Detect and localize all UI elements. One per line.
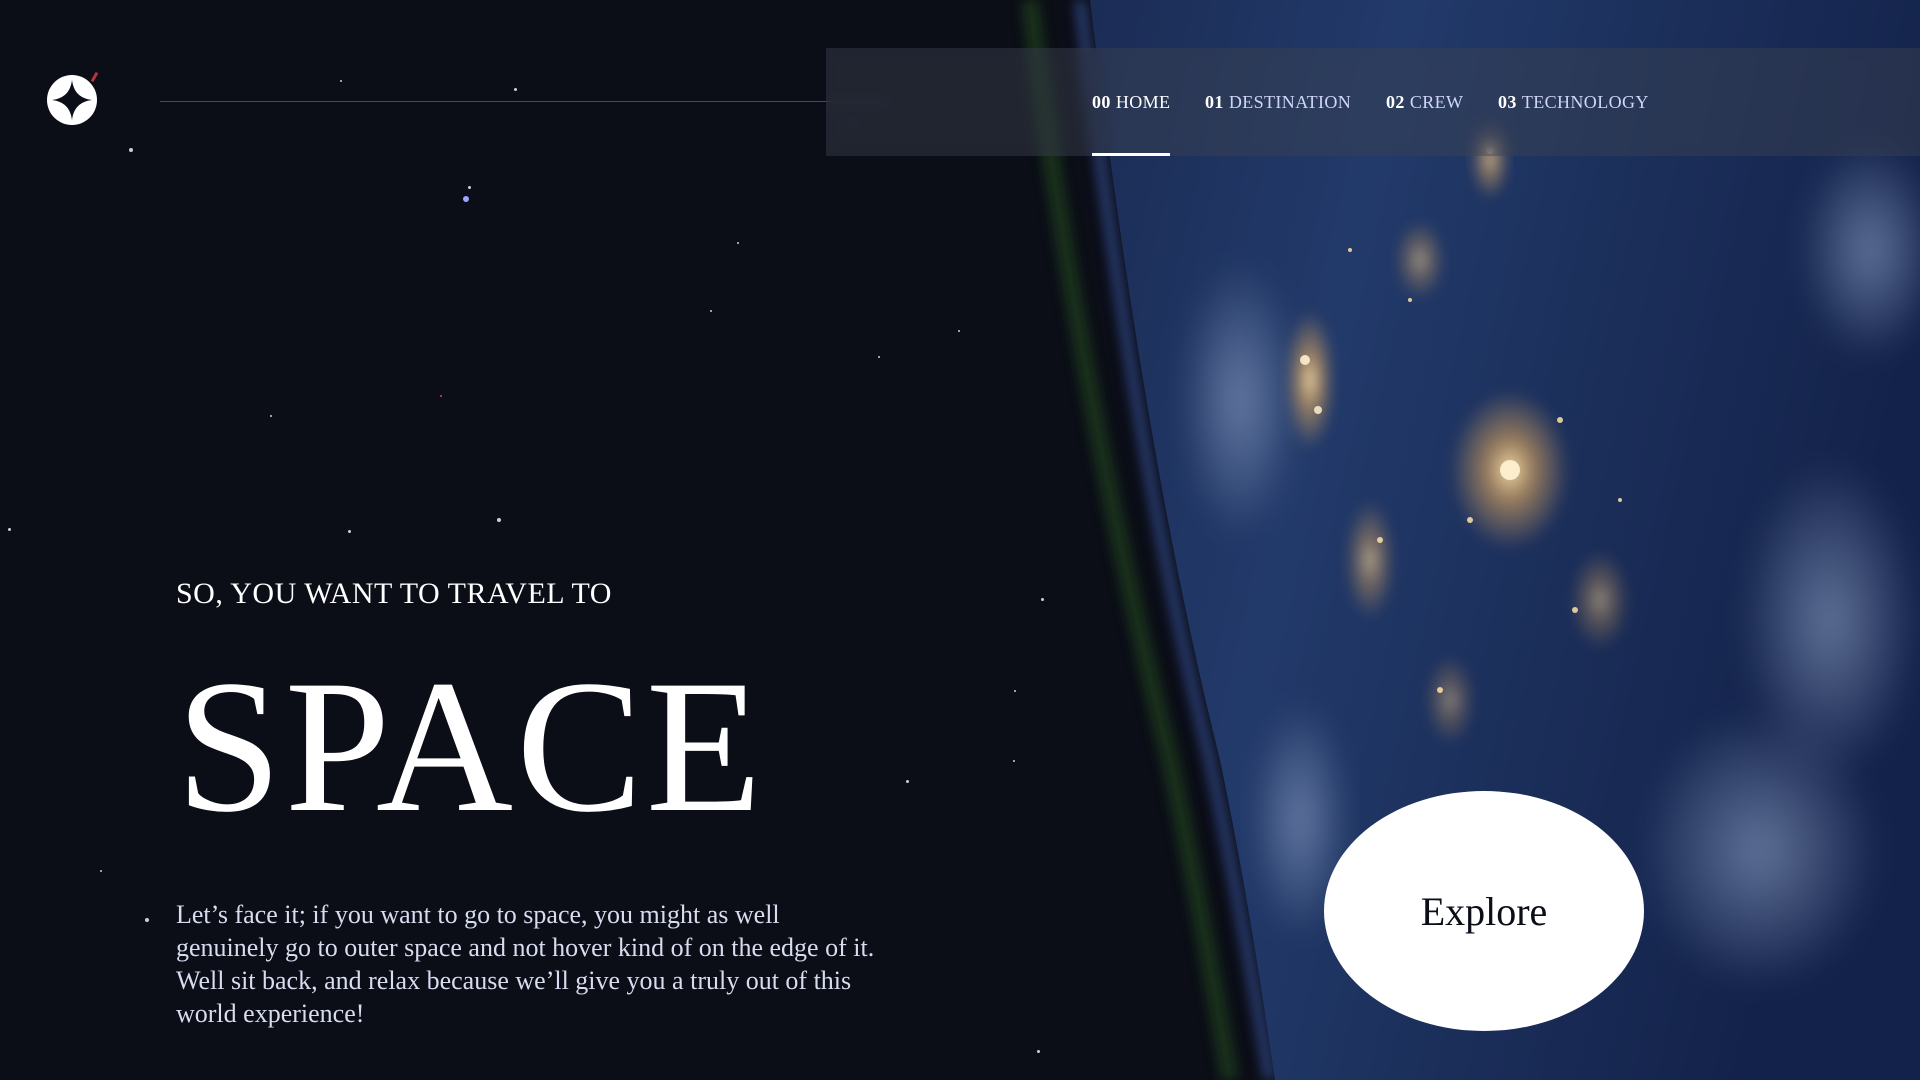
star [514, 88, 517, 91]
nav-item-destination[interactable]: 01 DESTINATION [1205, 48, 1351, 156]
nav-item-technology[interactable]: 03 TECHNOLOGY [1498, 48, 1649, 156]
nav-item-number: 00 [1092, 91, 1111, 112]
logo[interactable] [47, 75, 97, 125]
star [100, 870, 102, 872]
star [1041, 598, 1044, 601]
star [1014, 690, 1016, 692]
hero-title: SPACE [176, 642, 765, 852]
nav-item-number: 02 [1386, 91, 1405, 112]
nav-item-label: HOME [1115, 91, 1171, 112]
hero-description: Let’s face it; if you want to go to spac… [176, 900, 875, 1028]
nav-item-number: 01 [1205, 91, 1224, 112]
explore-button[interactable]: Explore [1324, 791, 1644, 1031]
home-page: 00 HOME 01 DESTINATION 02 CREW 03 TECHNO… [0, 0, 1920, 1080]
star [145, 918, 149, 922]
star [348, 530, 351, 533]
nav-item-label: TECHNOLOGY [1521, 91, 1649, 112]
nav-item-crew[interactable]: 02 CREW [1386, 48, 1463, 156]
star [129, 148, 133, 152]
star [8, 528, 11, 531]
star [878, 356, 880, 358]
nav-item-number: 03 [1498, 91, 1517, 112]
star [1013, 760, 1015, 762]
nav-item-label: CREW [1409, 91, 1464, 112]
star [958, 330, 960, 332]
star [497, 518, 501, 522]
nav-item-home[interactable]: 00 HOME [1092, 48, 1171, 156]
star [710, 310, 712, 312]
hero-eyebrow: SO, YOU WANT TO TRAVEL TO [176, 577, 612, 610]
star [270, 415, 272, 417]
star [737, 242, 739, 244]
header-divider [160, 101, 890, 102]
star [468, 186, 471, 189]
four-point-star-logo-icon [52, 80, 92, 120]
star [440, 395, 442, 397]
star [1037, 1050, 1040, 1053]
star [906, 780, 909, 783]
star [463, 196, 469, 202]
star [340, 80, 342, 82]
main-nav: 00 HOME 01 DESTINATION 02 CREW 03 TECHNO… [826, 48, 1920, 156]
nav-item-label: DESTINATION [1228, 91, 1352, 112]
